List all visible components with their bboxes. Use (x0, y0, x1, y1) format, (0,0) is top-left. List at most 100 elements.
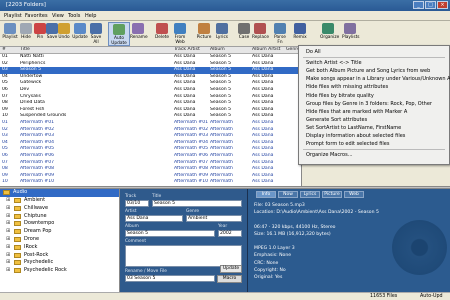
table-row[interactable]: 07 Chrysalis Ass Dana Season 5 Ass Dana (0, 94, 301, 101)
table-row[interactable]: 04 Undertow Ass Dana Season 5 Ass Dana (0, 74, 301, 81)
menu-item[interactable]: Hide files with missing attributes (299, 83, 449, 91)
table-row[interactable]: 06 Aftermath #06 Aftermath #06 Aftermath Ass… (0, 153, 301, 160)
menu-favorites[interactable]: Favorites (25, 13, 48, 19)
expand-icon[interactable]: ⊞ (6, 213, 10, 221)
table-row[interactable]: 09 Forest Fish Ass Dana Season 5 Ass Dana (0, 107, 301, 114)
table-row[interactable]: 04 Aftermath #04 Aftermath #04 Aftermath Ass… (0, 139, 301, 147)
expand-icon[interactable]: ⊞ (6, 236, 10, 244)
toolbar-playlists-button[interactable]: Playlists (342, 22, 360, 46)
toolbar-save-all-button[interactable]: Save All (88, 22, 104, 46)
tree-item[interactable]: ⊞ Psychedelic Rock (0, 267, 118, 275)
tree-item[interactable]: ⊞ Drone (0, 236, 118, 244)
tree-item[interactable]: ⊞ Post-Rock (0, 252, 118, 260)
menu-help[interactable]: Help (85, 13, 96, 19)
artist-field[interactable]: Ass Dana (125, 215, 183, 222)
menu-tools[interactable]: Tools (68, 13, 80, 19)
expand-icon[interactable]: ⊞ (6, 252, 10, 260)
menu-playlist[interactable]: Playlist (4, 13, 22, 19)
update-icon (74, 23, 86, 34)
table-row[interactable]: 06 Dev Ass Dana Season 5 Ass Dana (0, 87, 301, 94)
column-album[interactable]: Album (210, 47, 250, 54)
menu-view[interactable]: View (52, 13, 64, 19)
toolbar-lyrics-button[interactable]: Lyrics (214, 22, 230, 46)
tree-item[interactable]: ⊞ IRock (0, 244, 118, 252)
menu-item[interactable]: Prompt form to edit selected files (299, 140, 449, 148)
track-field[interactable]: 03/10 (125, 200, 149, 207)
toolbar-replace-button[interactable]: Replace (252, 22, 269, 46)
info-tab-info[interactable]: Info (256, 191, 276, 198)
tree-item[interactable]: ⊞ Downtempo (0, 220, 118, 228)
tree-item[interactable]: ⊞ Chiptune (0, 213, 118, 221)
tree-root-audio[interactable]: Audio (0, 189, 119, 197)
maximize-button[interactable]: □ (425, 1, 436, 9)
menu-item[interactable]: Organize Macros... (299, 151, 449, 159)
menu-item[interactable]: Do All (299, 48, 449, 56)
title-field[interactable]: Season 5 (152, 200, 242, 207)
tree-item[interactable]: ⊞ Dream Pop (0, 228, 118, 236)
tree-item[interactable]: ⊞ Chillwave (0, 205, 118, 213)
expand-icon[interactable]: ⊞ (6, 228, 10, 236)
update-button[interactable]: Update (220, 265, 242, 273)
info-tab-web[interactable]: Web (344, 191, 364, 198)
menu-item[interactable]: Set SortArtist to LastName, FirstName (299, 124, 449, 132)
toolbar-update-button[interactable]: Update (72, 22, 88, 46)
menu-item[interactable]: Make songs appear in a Library under Var… (299, 75, 450, 83)
table-row[interactable]: 03 Aftermath #03 Aftermath #03 Aftermath Ass… (0, 133, 301, 140)
toolbar-remix-button[interactable]: Remix (292, 22, 308, 46)
genre-field[interactable]: Ambient (186, 215, 242, 222)
tree-item[interactable]: ⊞ Ambient (0, 197, 118, 205)
info-tab-now[interactable]: Now (278, 191, 298, 198)
menu-item[interactable]: Display information about selected files (299, 132, 449, 140)
organize-icon (322, 23, 334, 34)
year-field[interactable]: 2002 (218, 230, 242, 237)
table-row[interactable]: 02 Peripherics Ass Dana Season 5 Ass Dana (0, 61, 301, 68)
menu-item[interactable]: Generate Sort attributes (299, 116, 449, 124)
album-field[interactable]: Season 5 (125, 230, 215, 237)
toolbar-auto-update-button[interactable]: Auto Update (108, 22, 130, 46)
expand-icon[interactable]: ⊞ (6, 205, 10, 213)
comment-field[interactable] (125, 245, 242, 267)
expand-icon[interactable]: ⊞ (6, 267, 10, 275)
tree-item[interactable]: ⊞ Psychedelic (0, 259, 118, 267)
toolbar-picture-button[interactable]: Picture (196, 22, 212, 46)
toolbar-delete-button[interactable]: Delete (154, 22, 170, 46)
table-row[interactable]: 05 Aftermath #05 Aftermath #05 Aftermath Ass… (0, 146, 301, 153)
table-row[interactable]: 10 Suspended Grounds Ass Dana Season 5 Ass D… (0, 113, 301, 120)
minimize-button[interactable]: _ (413, 1, 424, 9)
rename-field[interactable]: 03 Season 5 (125, 275, 215, 282)
menu-item[interactable]: Switch Artist <-> Title (299, 59, 449, 67)
info-tab-picture[interactable]: Picture (322, 191, 342, 198)
table-row[interactable]: 01 Aftermath #01 Aftermath #01 Aftermath Ass… (0, 120, 301, 127)
column-track-artist[interactable]: Track Artist (174, 47, 204, 54)
table-row[interactable]: 02 Aftermath #02 Aftermath #02 Aftermath Ass… (0, 127, 301, 134)
close-button[interactable]: × (437, 1, 448, 9)
macro-button[interactable]: Macro (217, 275, 242, 283)
table-row[interactable]: 08 Aftermath #08 Aftermath #08 Aftermath Ass… (0, 166, 301, 173)
toolbar-case-button[interactable]: Case (236, 22, 252, 46)
toolbar-undo-button[interactable]: Undo (56, 22, 72, 46)
table-row[interactable]: 03 Season 5 Ass Dana Season 5 Ass Dana (0, 67, 301, 74)
table-row[interactable]: 01 Natti Natti Ass Dana Season 5 Ass Dana (0, 54, 301, 61)
toolbar-playlist-button[interactable]: Playlist (2, 22, 18, 46)
column-album-artist[interactable]: Album Artist (252, 47, 284, 54)
toolbar-parse-filename-button[interactable]: Parse Fn (272, 22, 288, 46)
toolbar-rename-button[interactable]: Rename (130, 22, 148, 46)
menu-item[interactable]: Group files by Genre in 3 folders: Rock,… (299, 100, 449, 108)
expand-icon[interactable]: ⊞ (6, 197, 10, 205)
table-row[interactable]: 08 Dried Data Ass Dana Season 5 Ass Dana (0, 100, 301, 107)
expand-icon[interactable]: ⊞ (6, 259, 10, 267)
column-title[interactable]: Title (20, 47, 130, 54)
cell-album: Aftermath (210, 139, 233, 145)
expand-icon[interactable]: ⊞ (6, 244, 10, 252)
menu-item[interactable]: Get both Album Picture and Song Lyrics f… (299, 67, 449, 75)
toolbar-organize-button[interactable]: Organize (320, 22, 339, 46)
table-row[interactable]: 05 Gatewick Ass Dana Season 5 Ass Dana (0, 80, 301, 87)
table-row[interactable]: 10 Aftermath #10 Aftermath #10 Aftermath Ass… (0, 179, 301, 186)
menu-item[interactable]: Hide files by bitrate quality (299, 92, 449, 100)
table-row[interactable]: 07 Aftermath #07 Aftermath #07 Aftermath Ass… (0, 160, 301, 167)
menu-item[interactable]: Hide files that are marked with Marker A (299, 108, 449, 116)
info-tab-lyrics[interactable]: Lyrics (300, 191, 320, 198)
toolbar-from-web-button[interactable]: From Web (172, 22, 188, 46)
expand-icon[interactable]: ⊞ (6, 220, 10, 228)
table-row[interactable]: 09 Aftermath #09 Aftermath #09 Aftermath Ass… (0, 173, 301, 180)
